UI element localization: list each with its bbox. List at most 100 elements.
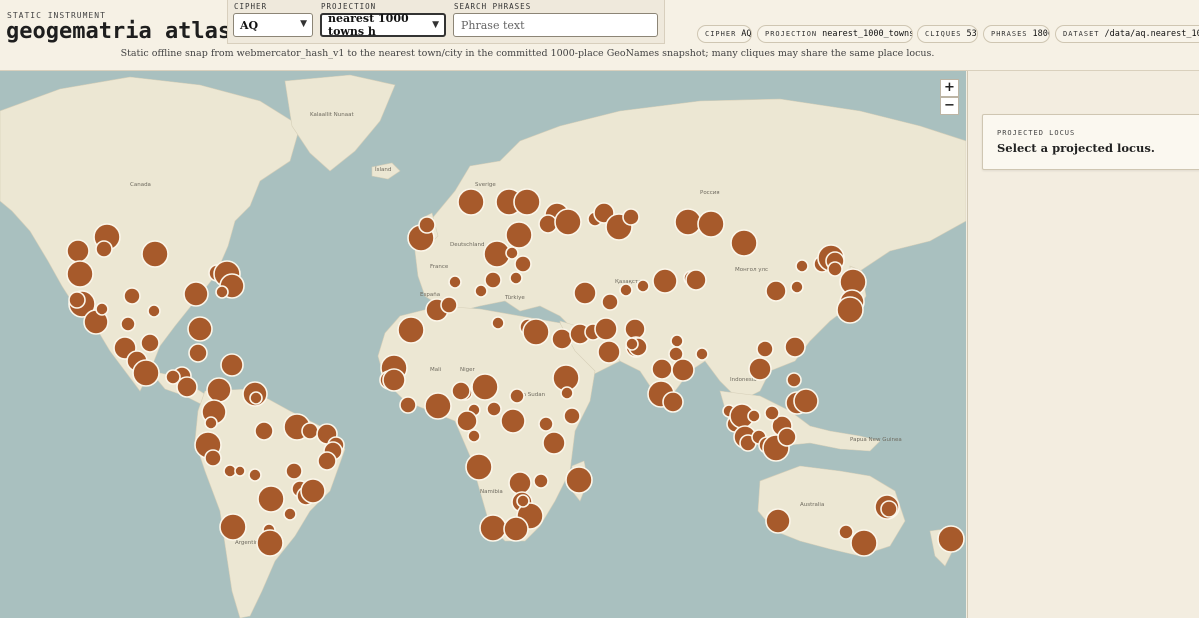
locus-marker[interactable] [256,529,284,557]
locus-marker[interactable] [249,391,263,405]
locus-marker[interactable] [95,240,113,258]
locus-marker[interactable] [685,269,707,291]
projection-select[interactable]: nearest 1000 towns h ▼ [320,12,446,38]
locus-marker[interactable] [206,377,232,403]
locus-marker[interactable] [283,507,297,521]
locus-marker[interactable] [509,388,525,404]
locus-marker[interactable] [697,210,725,238]
locus-marker[interactable] [486,401,502,417]
world-map[interactable]: Kalaallit Nunaat Canada Ísland Sverige Росси… [0,71,966,618]
locus-marker[interactable] [165,369,181,385]
locus-marker[interactable] [440,296,458,314]
locus-marker[interactable] [141,240,169,268]
locus-marker[interactable] [68,291,86,309]
locus-marker[interactable] [300,478,326,504]
search-input[interactable] [453,13,658,37]
locus-marker[interactable] [594,317,618,341]
locus-marker[interactable] [695,347,709,361]
locus-marker[interactable] [551,328,573,350]
locus-marker[interactable] [538,416,554,432]
locus-marker[interactable] [219,513,247,541]
locus-marker[interactable] [382,368,406,392]
locus-marker[interactable] [451,381,471,401]
locus-marker[interactable] [66,260,94,288]
locus-marker[interactable] [448,275,462,289]
locus-marker[interactable] [838,524,854,540]
locus-marker[interactable] [147,304,161,318]
locus-marker[interactable] [457,188,485,216]
locus-marker[interactable] [636,279,650,293]
cipher-select[interactable]: AQ ▼ [233,13,313,37]
locus-marker[interactable] [479,514,507,542]
locus-marker[interactable] [204,416,218,430]
locus-marker[interactable] [95,302,109,316]
locus-marker[interactable] [188,343,208,363]
locus-marker[interactable] [538,214,558,234]
locus-marker[interactable] [248,468,262,482]
locus-marker[interactable] [140,333,160,353]
locus-marker[interactable] [597,340,621,364]
locus-marker[interactable] [784,336,806,358]
locus-marker[interactable] [183,281,209,307]
locus-marker[interactable] [257,485,285,513]
locus-marker[interactable] [132,359,160,387]
locus-marker[interactable] [234,465,246,477]
locus-marker[interactable] [522,318,550,346]
locus-marker[interactable] [467,429,481,443]
locus-marker[interactable] [601,293,619,311]
locus-marker[interactable] [204,449,222,467]
locus-marker[interactable] [560,386,574,400]
locus-marker[interactable] [123,287,141,305]
locus-marker[interactable] [573,281,597,305]
locus-marker[interactable] [554,208,582,236]
locus-marker[interactable] [565,466,593,494]
locus-marker[interactable] [516,494,530,508]
locus-marker[interactable] [674,208,702,236]
locus-marker[interactable] [662,391,684,413]
locus-marker[interactable] [254,421,274,441]
locus-marker[interactable] [619,283,633,297]
locus-marker[interactable] [301,422,319,440]
locus-marker[interactable] [484,271,502,289]
locus-marker[interactable] [622,208,640,226]
locus-marker[interactable] [418,216,436,234]
locus-marker[interactable] [187,316,213,342]
locus-marker[interactable] [215,285,229,299]
locus-marker[interactable] [542,431,566,455]
locus-marker[interactable] [503,516,529,542]
locus-marker[interactable] [651,358,673,380]
locus-marker[interactable] [827,261,843,277]
locus-marker[interactable] [765,508,791,534]
locus-marker[interactable] [836,296,864,324]
locus-marker[interactable] [505,221,533,249]
locus-marker[interactable] [764,405,780,421]
locus-marker[interactable] [793,388,819,414]
zoom-out-button[interactable]: − [940,97,959,115]
map-canvas[interactable]: Kalaallit Nunaat Canada Ísland Sverige Росси… [0,71,966,618]
locus-marker[interactable] [508,471,532,495]
locus-marker[interactable] [285,462,303,480]
locus-marker[interactable] [491,316,505,330]
locus-marker[interactable] [777,427,797,447]
locus-marker[interactable] [670,334,684,348]
locus-marker[interactable] [509,271,523,285]
locus-marker[interactable] [786,372,802,388]
locus-marker[interactable] [652,268,678,294]
locus-marker[interactable] [671,358,695,382]
locus-marker[interactable] [850,529,878,557]
locus-marker[interactable] [399,396,417,414]
locus-marker[interactable] [500,408,526,434]
locus-marker[interactable] [120,316,136,332]
locus-marker[interactable] [625,337,639,351]
locus-marker[interactable] [223,464,237,478]
locus-marker[interactable] [880,500,898,518]
zoom-in-button[interactable]: + [940,79,959,97]
locus-marker[interactable] [465,453,493,481]
locus-marker[interactable] [456,410,478,432]
locus-marker[interactable] [624,318,646,340]
locus-marker[interactable] [474,284,488,298]
locus-marker[interactable] [730,229,758,257]
locus-marker[interactable] [533,473,549,489]
locus-marker[interactable] [747,409,761,423]
locus-marker[interactable] [220,353,244,377]
